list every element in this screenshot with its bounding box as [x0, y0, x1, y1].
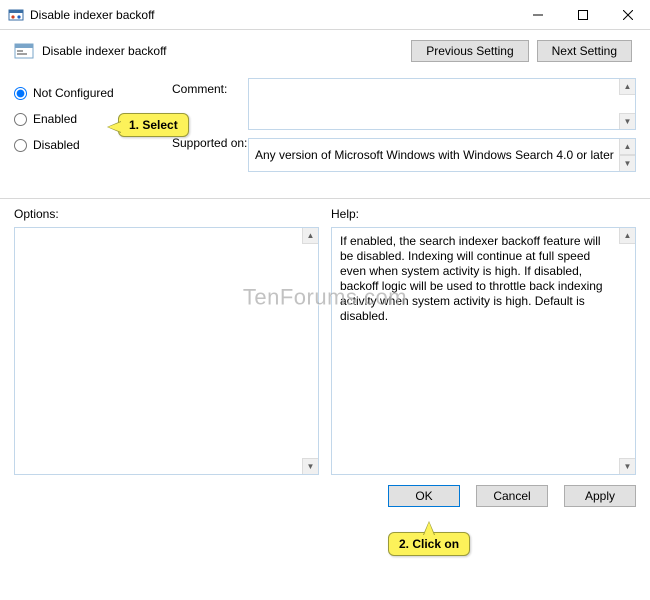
supported-label: Supported on:	[172, 136, 248, 190]
divider	[0, 198, 650, 199]
supported-value: Any version of Microsoft Windows with Wi…	[255, 148, 614, 162]
help-label: Help:	[331, 207, 636, 227]
scroll-down-icon[interactable]: ▼	[619, 113, 635, 129]
window-title: Disable indexer backoff	[30, 8, 515, 22]
supported-textbox: Any version of Microsoft Windows with Wi…	[248, 138, 636, 172]
help-column: Help: If enabled, the search indexer bac…	[331, 207, 636, 475]
comment-textbox[interactable]: ▲ ▼	[248, 78, 636, 130]
scroll-up-icon[interactable]: ▲	[302, 228, 318, 244]
policy-icon	[14, 43, 34, 59]
maximize-button[interactable]	[560, 0, 605, 30]
scroll-up-icon[interactable]: ▲	[619, 228, 635, 244]
radio-not-configured-label: Not Configured	[33, 86, 114, 100]
details-section: Options: ▲ ▼ Help: If enabled, the searc…	[0, 203, 650, 475]
scroll-up-icon[interactable]: ▲	[619, 139, 635, 155]
options-column: Options: ▲ ▼	[14, 207, 319, 475]
titlebar: Disable indexer backoff	[0, 0, 650, 30]
next-setting-button[interactable]: Next Setting	[537, 40, 632, 62]
policy-title: Disable indexer backoff	[42, 44, 411, 58]
options-label: Options:	[14, 207, 319, 227]
callout-click: 2. Click on	[388, 532, 470, 556]
ok-button[interactable]: OK	[388, 485, 460, 507]
help-box: If enabled, the search indexer backoff f…	[331, 227, 636, 475]
close-button[interactable]	[605, 0, 650, 30]
cancel-button[interactable]: Cancel	[476, 485, 548, 507]
scroll-down-icon[interactable]: ▼	[302, 458, 318, 474]
previous-setting-button[interactable]: Previous Setting	[411, 40, 528, 62]
radio-enabled-input[interactable]	[14, 113, 27, 126]
radio-enabled-label: Enabled	[33, 112, 77, 126]
config-section: Not Configured Enabled Disabled Comment:…	[0, 68, 650, 192]
radio-not-configured-input[interactable]	[14, 87, 27, 100]
callout-select: 1. Select	[118, 113, 189, 137]
apply-button[interactable]: Apply	[564, 485, 636, 507]
field-column: ▲ ▼ Any version of Microsoft Windows wit…	[248, 72, 636, 190]
help-text: If enabled, the search indexer backoff f…	[340, 234, 603, 323]
minimize-button[interactable]	[515, 0, 560, 30]
radio-not-configured[interactable]: Not Configured	[14, 80, 172, 106]
app-icon	[8, 7, 24, 23]
scroll-down-icon[interactable]: ▼	[619, 458, 635, 474]
scroll-up-icon[interactable]: ▲	[619, 79, 635, 95]
radio-disabled-input[interactable]	[14, 139, 27, 152]
radio-disabled-label: Disabled	[33, 138, 80, 152]
scroll-down-icon[interactable]: ▼	[619, 155, 635, 171]
options-box[interactable]: ▲ ▼	[14, 227, 319, 475]
header-row: Disable indexer backoff Previous Setting…	[0, 30, 650, 68]
dialog-buttons: OK Cancel Apply	[0, 475, 650, 519]
